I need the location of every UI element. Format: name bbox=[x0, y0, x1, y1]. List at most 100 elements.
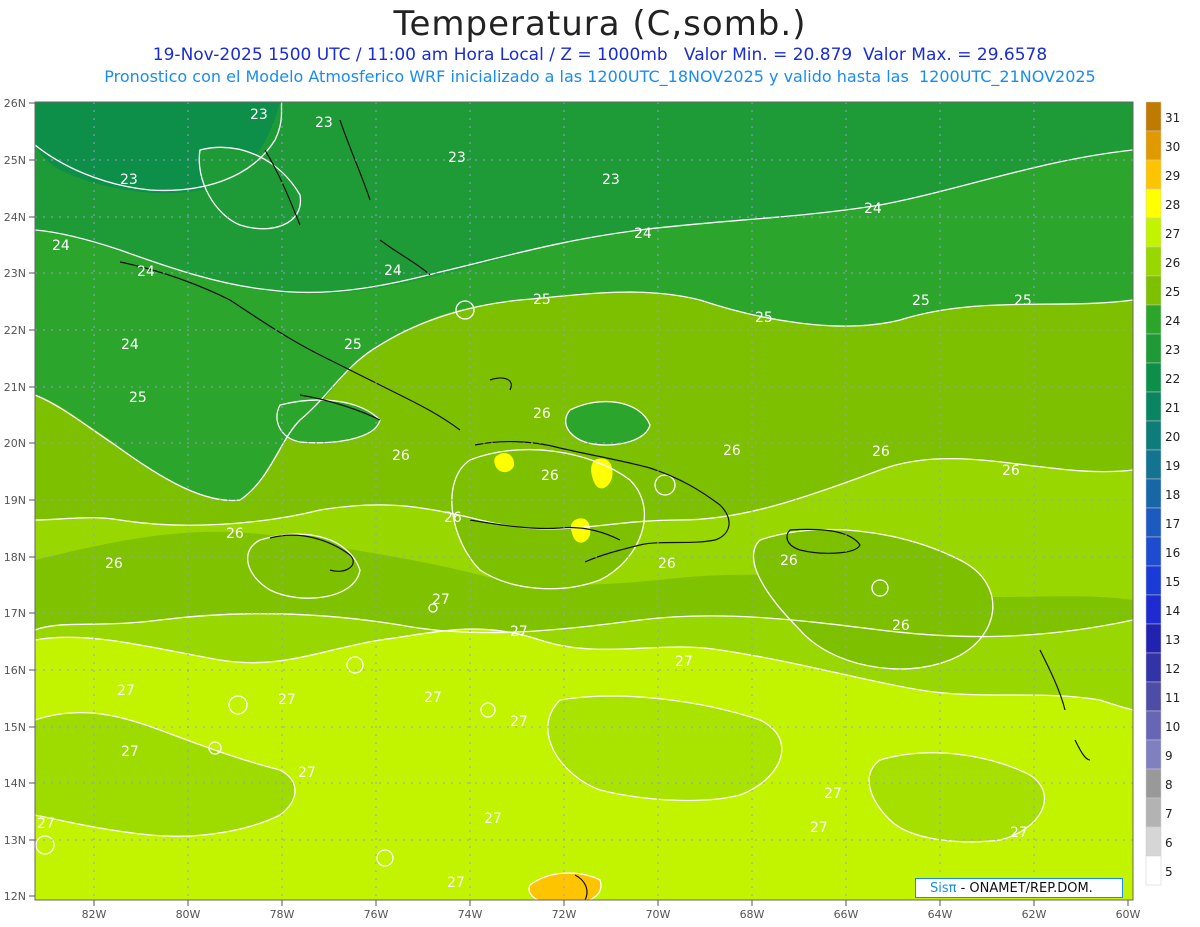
colorbar-swatch bbox=[1145, 420, 1162, 451]
colorbar-label: 10 bbox=[1165, 720, 1180, 734]
colorbar-swatch bbox=[1145, 391, 1162, 422]
contour-label: 26 bbox=[892, 618, 910, 634]
colorbar-swatch bbox=[1145, 826, 1162, 857]
contour-label: 24 bbox=[634, 226, 652, 242]
colorbar-swatch bbox=[1145, 275, 1162, 306]
colorbar-label: 25 bbox=[1165, 285, 1180, 299]
contour-label: 27 bbox=[824, 786, 842, 802]
colorbar-swatch bbox=[1145, 565, 1162, 596]
contour-label: 23 bbox=[602, 172, 620, 188]
contour-label: 25 bbox=[344, 337, 362, 353]
lat-label: 15N bbox=[4, 721, 26, 734]
colorbar-label: 23 bbox=[1165, 343, 1180, 357]
contour-label: 23 bbox=[315, 115, 333, 131]
colorbar-swatch bbox=[1145, 623, 1162, 654]
colorbar-swatch bbox=[1145, 536, 1162, 567]
contour-label: 26 bbox=[444, 510, 462, 526]
colorbar-swatch bbox=[1145, 507, 1162, 538]
contour-label: 26 bbox=[226, 526, 244, 542]
colorbar-label: 22 bbox=[1165, 372, 1180, 386]
colorbar-swatch bbox=[1145, 652, 1162, 683]
lon-label: 62W bbox=[1022, 908, 1047, 921]
contour-label: 24 bbox=[137, 264, 155, 280]
colorbar-swatch bbox=[1145, 304, 1162, 335]
colorbar-label: 20 bbox=[1165, 430, 1180, 444]
colorbar-swatch bbox=[1145, 478, 1162, 509]
lon-label: 74W bbox=[458, 908, 483, 921]
colorbar-swatch bbox=[1145, 101, 1162, 132]
contour-label: 25 bbox=[129, 390, 147, 406]
colorbar-label: 18 bbox=[1165, 488, 1180, 502]
lat-label: 13N bbox=[4, 834, 26, 847]
colorbar-swatch bbox=[1145, 681, 1162, 712]
lat-label: 22N bbox=[4, 324, 26, 337]
colorbar-label: 11 bbox=[1165, 691, 1180, 705]
colorbar-swatch bbox=[1145, 710, 1162, 741]
contour-label: 27 bbox=[121, 744, 139, 760]
colorbar-label: 9 bbox=[1165, 749, 1173, 763]
colorbar-label: 17 bbox=[1165, 517, 1180, 531]
contour-label: 26 bbox=[780, 553, 798, 569]
contour-label: 27 bbox=[298, 765, 316, 781]
lat-label: 21N bbox=[4, 381, 26, 394]
lat-label: 23N bbox=[4, 267, 26, 280]
contour-label: 27 bbox=[117, 683, 135, 699]
colorbar-swatch bbox=[1145, 188, 1162, 219]
colorbar-swatch bbox=[1145, 768, 1162, 799]
colorbar-label: 31 bbox=[1165, 111, 1180, 125]
lon-label: 70W bbox=[646, 908, 671, 921]
colorbar: 31 30 29 28 27 26 25 24 23 22 21 20 19 18 17 16 15 14 13 12… bbox=[1145, 101, 1180, 886]
contour-label: 25 bbox=[912, 293, 930, 309]
contour-label: 23 bbox=[120, 172, 138, 188]
lon-label: 68W bbox=[740, 908, 765, 921]
colorbar-label: 13 bbox=[1165, 633, 1180, 647]
contour-label: 23 bbox=[448, 150, 466, 166]
contour-label: 27 bbox=[510, 714, 528, 730]
contour-label: 26 bbox=[105, 556, 123, 572]
colorbar-swatch bbox=[1145, 130, 1162, 161]
contour-label: 25 bbox=[755, 310, 773, 326]
colorbar-label: 28 bbox=[1165, 198, 1180, 212]
contour-label: 24 bbox=[384, 263, 402, 279]
lon-label: 76W bbox=[364, 908, 389, 921]
contour-label: 24 bbox=[864, 201, 882, 217]
temperature-field: 23 23 23 23 23 24 24 24 24 24 24 25 25 2… bbox=[35, 102, 1133, 900]
colorbar-swatch bbox=[1145, 217, 1162, 248]
contour-label: 26 bbox=[872, 444, 890, 460]
sispi-onamet-logo: Sisπ - ONAMET/REP.DOM. bbox=[915, 878, 1123, 898]
colorbar-swatch bbox=[1145, 362, 1162, 393]
lat-label: 24N bbox=[4, 211, 26, 224]
lon-label: 80W bbox=[176, 908, 201, 921]
colorbar-label: 24 bbox=[1165, 314, 1180, 328]
colorbar-label: 15 bbox=[1165, 575, 1180, 589]
lat-label: 20N bbox=[4, 437, 26, 450]
contour-label: 26 bbox=[541, 468, 559, 484]
colorbar-label: 5 bbox=[1165, 865, 1173, 879]
contour-label: 27 bbox=[484, 811, 502, 827]
contour-label: 26 bbox=[1002, 463, 1020, 479]
colorbar-swatch bbox=[1145, 797, 1162, 828]
lon-label: 60W bbox=[1116, 908, 1141, 921]
contour-label: 23 bbox=[250, 107, 268, 123]
lat-label: 16N bbox=[4, 664, 26, 677]
colorbar-swatch bbox=[1145, 333, 1162, 364]
colorbar-swatch bbox=[1145, 855, 1162, 886]
colorbar-swatch bbox=[1145, 449, 1162, 480]
lon-label: 82W bbox=[82, 908, 107, 921]
lat-label: 19N bbox=[4, 494, 26, 507]
contour-label: 25 bbox=[1014, 293, 1032, 309]
contour-label: 27 bbox=[447, 875, 465, 891]
lon-label: 66W bbox=[834, 908, 859, 921]
contour-label: 27 bbox=[432, 592, 450, 608]
colorbar-label: 21 bbox=[1165, 401, 1180, 415]
colorbar-swatch bbox=[1145, 246, 1162, 277]
lat-label: 25N bbox=[4, 154, 26, 167]
colorbar-label: 14 bbox=[1165, 604, 1180, 618]
contour-label: 24 bbox=[121, 337, 139, 353]
contour-label: 27 bbox=[37, 816, 55, 832]
colorbar-label: 30 bbox=[1165, 140, 1180, 154]
lat-label: 14N bbox=[4, 777, 26, 790]
lon-label: 78W bbox=[270, 908, 295, 921]
contour-label: 27 bbox=[810, 820, 828, 836]
colorbar-label: 26 bbox=[1165, 256, 1180, 270]
